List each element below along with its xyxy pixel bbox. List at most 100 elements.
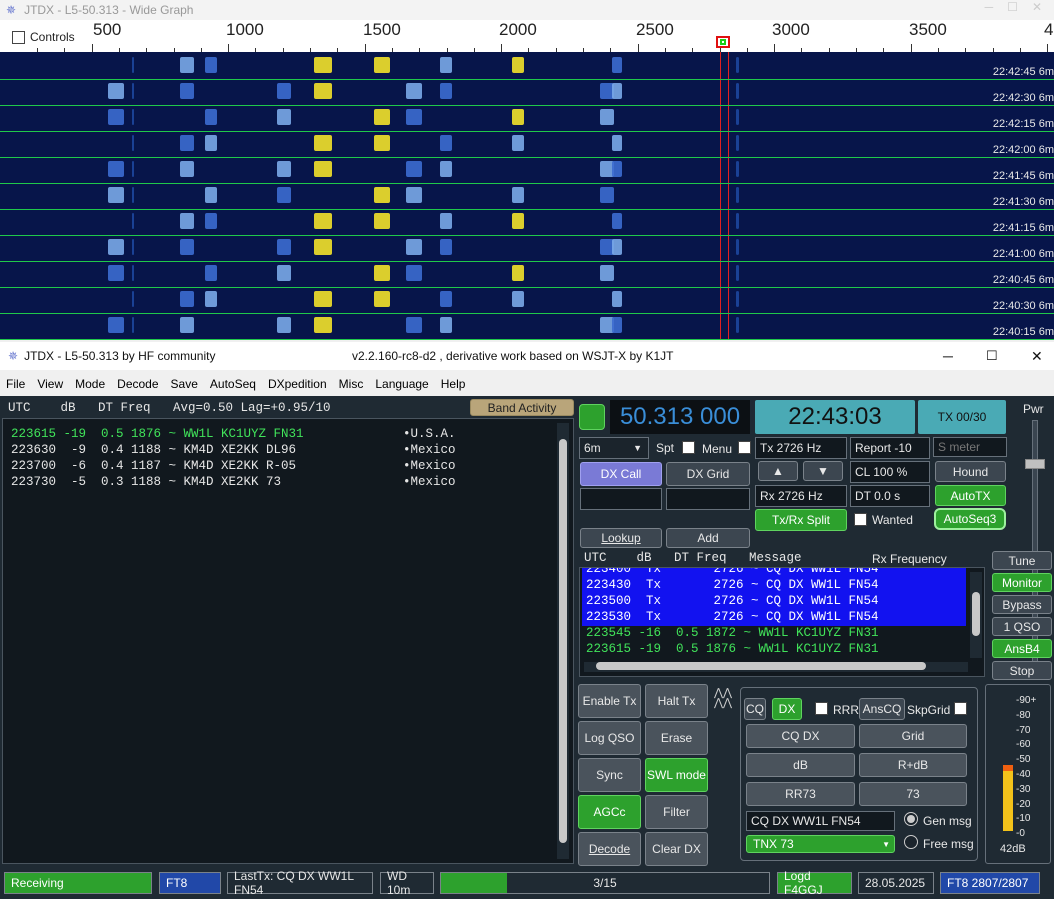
- maximize-icon[interactable]: ☐: [1007, 0, 1018, 14]
- menu-decode[interactable]: Decode: [111, 377, 164, 391]
- menu-dxpedition[interactable]: DXpedition: [262, 377, 333, 391]
- rx-frequency-line[interactable]: 223400 Tx 2726 ~ CQ DX WW1L FN54: [582, 568, 966, 578]
- rx-h-scrollbar[interactable]: [584, 662, 968, 672]
- freq-up-button[interactable]: ▲: [758, 461, 798, 481]
- tx-frequency-spin[interactable]: Tx 2726 Hz: [755, 437, 847, 459]
- clear-dx-button[interactable]: Clear DX: [645, 832, 708, 866]
- gen-msg-radio[interactable]: [904, 812, 918, 826]
- menu-checkbox[interactable]: [738, 441, 751, 454]
- minimize-icon[interactable]: ─: [985, 0, 994, 14]
- menu-file[interactable]: File: [0, 377, 31, 391]
- rx-frequency-spin[interactable]: Rx 2726 Hz: [755, 485, 847, 507]
- menu-autoseq[interactable]: AutoSeq: [204, 377, 262, 391]
- stop-button[interactable]: Stop: [992, 661, 1052, 680]
- dt-spin[interactable]: DT 0.0 s: [850, 485, 930, 507]
- report-spin[interactable]: Report -10: [850, 437, 930, 459]
- dx-call-input[interactable]: [580, 488, 662, 510]
- rx-frequency-line[interactable]: 223615 -19 0.5 1876 ~ WW1L KC1UYZ FN31: [582, 642, 966, 658]
- band-activity-line[interactable]: 223700 -6 0.4 1187 ~ KM4D XE2KK R-05 •Mex…: [11, 459, 456, 473]
- close-icon[interactable]: ✕: [1032, 0, 1042, 14]
- enable-tx-button[interactable]: Enable Tx: [578, 684, 641, 718]
- filter-button[interactable]: Filter: [645, 795, 708, 829]
- maximize-icon[interactable]: ☐: [986, 348, 998, 364]
- band-activity-line[interactable]: 223730 -5 0.3 1188 ~ KM4D XE2KK 73 •Mexic…: [11, 475, 456, 489]
- waterfall-timestamp: 22:41:45 6m: [992, 170, 1054, 182]
- rx-scrollbar[interactable]: [970, 572, 982, 658]
- signal-trace: [180, 213, 194, 229]
- menu-help[interactable]: Help: [435, 377, 472, 391]
- menu-view[interactable]: View: [31, 377, 69, 391]
- anscq-button[interactable]: AnsCQ: [859, 698, 905, 720]
- free-message-select[interactable]: TNX 73 ▼: [746, 835, 895, 853]
- sync-button[interactable]: Sync: [578, 758, 641, 792]
- autoseq3-button[interactable]: AutoSeq3: [934, 508, 1006, 530]
- close-icon[interactable]: ✕: [1031, 348, 1043, 365]
- s-meter-field[interactable]: S meter: [933, 437, 1007, 457]
- dx-button[interactable]: DX: [772, 698, 802, 720]
- add-button[interactable]: Add: [666, 528, 750, 548]
- freq-down-button[interactable]: ▼: [803, 461, 843, 481]
- bypass-button[interactable]: Bypass: [992, 595, 1052, 614]
- band-select[interactable]: 6m ▼: [579, 437, 649, 459]
- rx-marker[interactable]: [720, 39, 726, 45]
- tune-button[interactable]: Tune: [992, 551, 1052, 570]
- band-activity-scrollbar[interactable]: [557, 423, 569, 859]
- seventy-three-button[interactable]: 73: [859, 782, 967, 806]
- dx-call-button[interactable]: DX Call: [580, 462, 662, 486]
- dial-indicator[interactable]: [579, 404, 605, 430]
- cq-dx-button[interactable]: CQ DX: [746, 724, 855, 748]
- waterfall[interactable]: 22:42:45 6m 22:42:30 6m 22:42:15 6m 22:42:0…: [0, 52, 1054, 340]
- scrollbar-thumb[interactable]: [972, 592, 980, 636]
- monitor-button[interactable]: Monitor: [992, 573, 1052, 592]
- rx-frequency-list[interactable]: 223400 Tx 2726 ~ CQ DX WW1L FN54 223430 T…: [579, 567, 985, 677]
- cq-button[interactable]: CQ: [744, 698, 766, 720]
- power-slider-handle[interactable]: [1025, 459, 1045, 469]
- scrollbar-thumb[interactable]: [559, 439, 567, 843]
- log-qso-button[interactable]: Log QSO: [578, 721, 641, 755]
- controls-checkbox-box[interactable]: [12, 30, 25, 44]
- rx-frequency-line[interactable]: 223545 -16 0.5 1872 ~ WW1L KC1UYZ FN31: [582, 626, 966, 642]
- band-activity-button[interactable]: Band Activity: [470, 399, 574, 416]
- halt-tx-button[interactable]: Halt Tx: [645, 684, 708, 718]
- minimize-icon[interactable]: ─: [943, 348, 953, 364]
- lookup-button[interactable]: Lookup: [580, 528, 662, 548]
- menu-language[interactable]: Language: [369, 377, 434, 391]
- ansb4-button[interactable]: AnsB4: [992, 639, 1052, 658]
- menu-misc[interactable]: Misc: [333, 377, 370, 391]
- cl-spin[interactable]: CL 100 %: [850, 461, 930, 483]
- controls-checkbox[interactable]: Controls: [12, 30, 75, 44]
- rx-frequency-line[interactable]: 223530 Tx 2726 ~ CQ DX WW1L FN54: [582, 610, 966, 626]
- scrollbar-thumb[interactable]: [596, 662, 926, 670]
- rx-frequency-line[interactable]: 223500 Tx 2726 ~ CQ DX WW1L FN54: [582, 594, 966, 610]
- grid-button[interactable]: Grid: [859, 724, 967, 748]
- rr73-button[interactable]: RR73: [746, 782, 855, 806]
- dx-grid-button[interactable]: DX Grid: [666, 462, 750, 486]
- free-msg-radio[interactable]: [904, 835, 918, 849]
- dx-grid-input[interactable]: [666, 488, 750, 510]
- autotx-button[interactable]: AutoTX: [935, 485, 1006, 506]
- band-activity-line[interactable]: 223615 -19 0.5 1876 ~ WW1L KC1UYZ FN31 •U…: [11, 427, 456, 441]
- signal-trace: [180, 135, 194, 151]
- wanted-checkbox[interactable]: [854, 513, 867, 526]
- signal-trace: [314, 317, 332, 333]
- tab-arrows-icon[interactable]: ⋀⋀ ⋀⋀: [714, 688, 732, 709]
- tx-rx-split-button[interactable]: Tx/Rx Split: [755, 509, 847, 531]
- r-db-button[interactable]: R+dB: [859, 753, 967, 777]
- one-qso-button[interactable]: 1 QSO: [992, 617, 1052, 636]
- erase-button[interactable]: Erase: [645, 721, 708, 755]
- rx-frequency-line[interactable]: 223430 Tx 2726 ~ CQ DX WW1L FN54: [582, 578, 966, 594]
- agcc-button[interactable]: AGCc: [578, 795, 641, 829]
- generated-message-field[interactable]: CQ DX WW1L FN54: [746, 811, 895, 831]
- band-activity-line[interactable]: 223630 -9 0.4 1188 ~ KM4D XE2KK DL96 •Mex…: [11, 443, 456, 457]
- rrr-checkbox[interactable]: [815, 702, 828, 715]
- menu-save[interactable]: Save: [165, 377, 204, 391]
- skpgrid-checkbox[interactable]: [954, 702, 967, 715]
- spt-checkbox[interactable]: [682, 441, 695, 454]
- hound-button[interactable]: Hound: [935, 461, 1006, 482]
- decode-button[interactable]: Decode: [578, 832, 641, 866]
- swl-mode-button[interactable]: SWL mode: [645, 758, 708, 792]
- menu-mode[interactable]: Mode: [69, 377, 111, 391]
- band-activity-list[interactable]: 223615 -19 0.5 1876 ~ WW1L KC1UYZ FN31 •U…: [2, 418, 574, 864]
- controls-label: Controls: [30, 30, 75, 44]
- db-button[interactable]: dB: [746, 753, 855, 777]
